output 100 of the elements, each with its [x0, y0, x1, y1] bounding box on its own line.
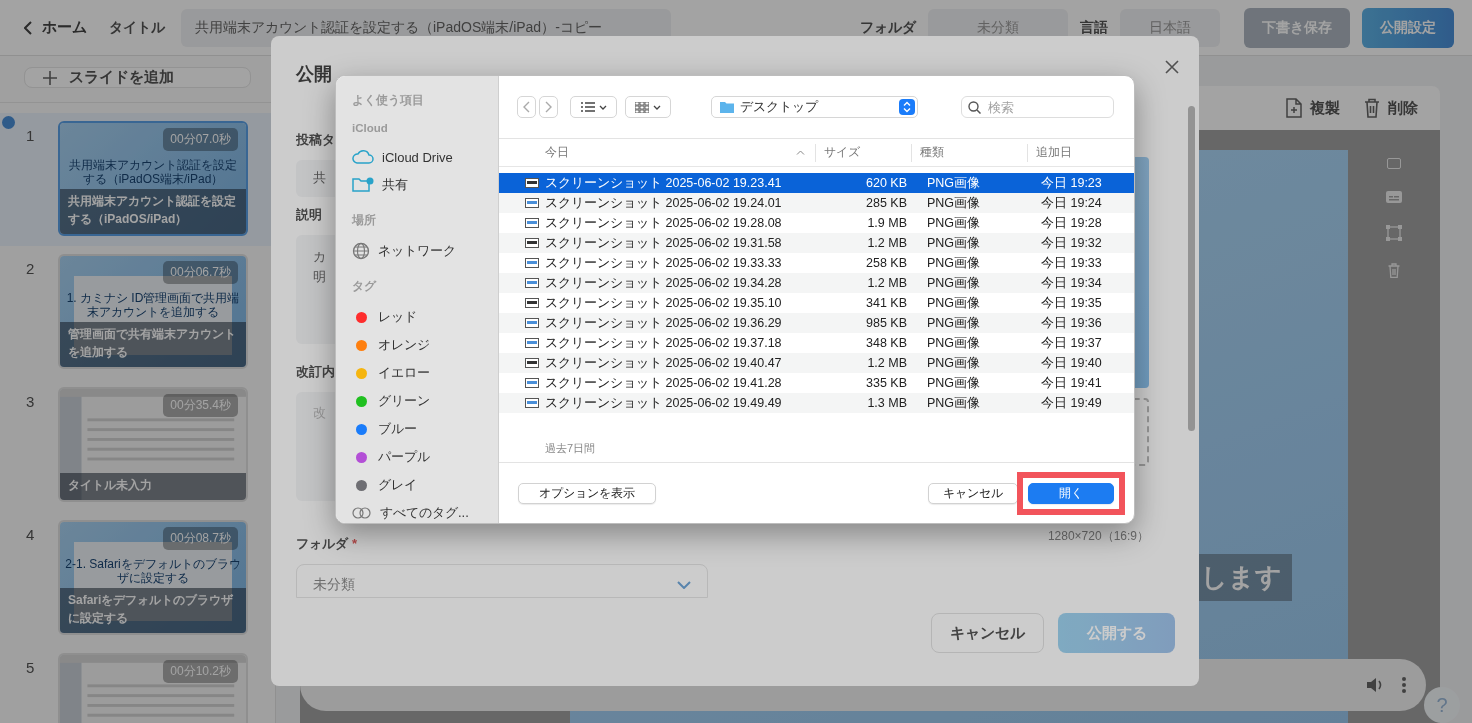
volume-icon [1366, 677, 1384, 693]
sidebar-item[interactable]: グレイ [352, 471, 498, 499]
cancel-button[interactable]: キャンセル [928, 482, 1018, 504]
image-file-icon [525, 178, 539, 188]
language-label: 言語 [1080, 18, 1108, 37]
field-label: フォルダ * [296, 534, 358, 553]
duplicate-button[interactable]: 複製 [1286, 98, 1340, 118]
sidebar-item[interactable]: すべてのタグ... [352, 499, 498, 523]
file-name: スクリーンショット 2025-06-02 19.23.41 [545, 174, 782, 192]
sidebar-item[interactable]: パープル [352, 443, 498, 471]
delete-button[interactable]: 削除 [1364, 98, 1418, 118]
image-file-icon [525, 378, 539, 388]
close-button[interactable] [1165, 60, 1179, 74]
file-row[interactable]: スクリーンショット 2025-06-02 19.41.28 335 KB PNG画像 今日 19:41 [499, 373, 1134, 393]
column-header[interactable]: 今日 [499, 143, 815, 162]
date-added: 今日 19:49 [1040, 394, 1103, 412]
file-row[interactable]: スクリーンショット 2025-06-02 19.37.18 348 KB PNG画像 今日 19:37 [499, 333, 1134, 353]
file-name: スクリーンショット 2025-06-02 19.31.58 [545, 234, 782, 252]
image-file-icon [525, 278, 539, 288]
image-file-icon [525, 218, 539, 228]
forward-button[interactable] [539, 96, 558, 118]
list-view-button[interactable] [570, 96, 617, 118]
open-button[interactable]: 開く [1028, 482, 1114, 504]
required-mark: * [352, 535, 358, 551]
file-type: PNG画像 [926, 334, 982, 352]
file-size: 285 KB [865, 196, 907, 210]
sidebar-item[interactable]: ネットワーク [352, 237, 498, 265]
file-row[interactable]: スクリーンショット 2025-06-02 19.40.47 1.2 MB PNG画像 今日 19:40 [499, 353, 1134, 373]
file-row[interactable]: スクリーンショット 2025-06-02 19.28.08 1.9 MB PNG画像 今日 19:28 [499, 213, 1134, 233]
file-type: PNG画像 [926, 354, 982, 372]
file-size: 1.9 MB [866, 216, 907, 230]
image-size-text: 1280×720（16:9） [1046, 528, 1149, 545]
file-row[interactable]: スクリーンショット 2025-06-02 19.35.10 341 KB PNG画像 今日 19:35 [499, 293, 1134, 313]
date-added: 今日 19:23 [1040, 174, 1103, 192]
column-header[interactable]: 種類 [911, 143, 1027, 162]
file-name: スクリーンショット 2025-06-02 19.28.08 [545, 214, 782, 232]
globe-icon [352, 242, 370, 260]
sidebar-item[interactable]: ブルー [352, 415, 498, 443]
image-file-icon [525, 318, 539, 328]
image-file-icon [525, 258, 539, 268]
grid-view-button[interactable] [625, 96, 671, 118]
slide-number: 2 [26, 259, 36, 279]
sidebar-heading: 場所 [352, 213, 377, 228]
sidebar-heading: よく使う項目 [352, 93, 425, 108]
slide-number: 4 [26, 525, 36, 545]
date-added: 今日 19:24 [1040, 194, 1103, 212]
file-row[interactable]: スクリーンショット 2025-06-02 19.31.58 1.2 MB PNG画像 今日 19:32 [499, 233, 1134, 253]
sidebar-item[interactable]: レッド [352, 303, 498, 331]
column-header[interactable]: 追加日 [1027, 143, 1134, 162]
date-added: 今日 19:36 [1040, 314, 1103, 332]
file-row[interactable]: スクリーンショット 2025-06-02 19.34.28 1.2 MB PNG画像 今日 19:34 [499, 273, 1134, 293]
location-popup[interactable]: デスクトップ [711, 96, 918, 118]
slide-number: 3 [26, 392, 36, 412]
tags-icon [352, 507, 372, 519]
file-type: PNG画像 [926, 374, 982, 392]
chevron-down-icon [598, 104, 607, 110]
file-name: スクリーンショット 2025-06-02 19.35.10 [545, 294, 782, 312]
subtitles-icon [1386, 191, 1402, 203]
file-type: PNG画像 [926, 214, 982, 232]
selection-dot [2, 116, 15, 129]
sidebar-item[interactable]: イエロー [352, 359, 498, 387]
scrollbar[interactable] [1188, 106, 1195, 431]
search-field[interactable]: 検索 [961, 96, 1114, 118]
sidebar-item[interactable]: 共有 [352, 171, 498, 199]
column-header[interactable]: サイズ [815, 143, 911, 162]
file-name: スクリーンショット 2025-06-02 19.49.49 [545, 394, 782, 412]
file-row[interactable]: スクリーンショット 2025-06-02 19.33.33 258 KB PNG画像 今日 19:33 [499, 253, 1134, 273]
back-button[interactable]: ホーム [24, 18, 87, 37]
cancel-button[interactable]: キャンセル [931, 613, 1044, 653]
add-slide-button[interactable]: スライドを追加 [24, 67, 251, 88]
file-size: 1.3 MB [866, 396, 907, 410]
date-added: 今日 19:32 [1040, 234, 1103, 252]
file-row[interactable]: スクリーンショット 2025-06-02 19.36.29 985 KB PNG画像 今日 19:36 [499, 313, 1134, 333]
date-added: 今日 19:40 [1040, 354, 1103, 372]
folder-label: フォルダ [860, 18, 916, 37]
file-size: 348 KB [865, 336, 907, 350]
chevron-up-icon [796, 150, 805, 155]
stepper-icon [899, 99, 915, 115]
date-added: 今日 19:34 [1040, 274, 1103, 292]
file-type: PNG画像 [926, 254, 982, 272]
file-type: PNG画像 [926, 194, 982, 212]
show-options-button[interactable]: オプションを表示 [518, 482, 656, 504]
sidebar-item[interactable]: グリーン [352, 387, 498, 415]
field-label: 投稿タ [296, 131, 335, 149]
file-size: 985 KB [865, 316, 907, 330]
cloud-icon [352, 150, 374, 164]
image-file-icon [525, 358, 539, 368]
close-icon [1165, 60, 1179, 74]
image-file-icon [525, 398, 539, 408]
sidebar-item[interactable]: iCloud Drive [352, 143, 498, 171]
file-row[interactable]: スクリーンショット 2025-06-02 19.23.41 620 KB PNG画像 今日 19:23 [499, 173, 1134, 193]
file-type: PNG画像 [926, 174, 982, 192]
back-button[interactable] [517, 96, 536, 118]
file-name: スクリーンショット 2025-06-02 19.24.01 [545, 194, 782, 212]
file-row[interactable]: スクリーンショット 2025-06-02 19.24.01 285 KB PNG画像 今日 19:24 [499, 193, 1134, 213]
grid-icon [635, 101, 649, 113]
image-file-icon [525, 238, 539, 248]
sidebar-item[interactable]: オレンジ [352, 331, 498, 359]
file-row[interactable]: スクリーンショット 2025-06-02 19.49.49 1.3 MB PNG画像 今日 19:49 [499, 393, 1134, 413]
chevron-down-icon [653, 104, 661, 110]
